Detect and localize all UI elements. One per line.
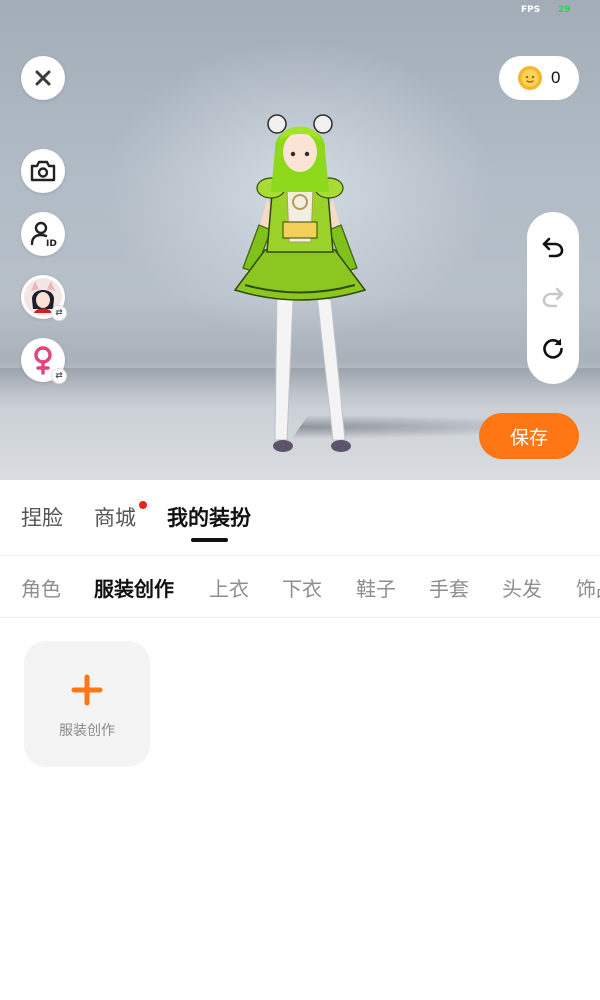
camera-button[interactable] [21, 149, 65, 193]
coin-balance[interactable]: 0 [499, 56, 579, 100]
save-button[interactable]: 保存 [479, 413, 579, 459]
close-icon [35, 70, 51, 86]
tab-my-outfits[interactable]: 我的装扮 [167, 502, 251, 532]
character-swap-button[interactable]: ⇄ [21, 275, 67, 321]
subtab-gloves[interactable]: 手套 [429, 573, 469, 602]
camera-icon [30, 160, 56, 182]
fps-label: FPS [521, 5, 541, 15]
create-outfit-label: 服装创作 [59, 723, 115, 739]
create-outfit-card[interactable]: 服装创作 [24, 641, 150, 767]
avatar-id-button[interactable]: ID [21, 212, 65, 256]
gender-swap-button[interactable]: ⇄ [21, 338, 67, 384]
fps-value: 29 [558, 5, 571, 15]
undo-icon[interactable] [541, 236, 565, 258]
subtab-tops[interactable]: 上衣 [209, 573, 249, 602]
main-tab-bar [0, 480, 600, 556]
active-tab-indicator [191, 538, 228, 542]
user-id-icon: ID [30, 221, 57, 248]
female-icon [34, 346, 52, 375]
svg-text:ID: ID [46, 239, 57, 248]
subtab-outfit-creation[interactable]: 服装创作 [94, 573, 174, 602]
swap-badge: ⇄ [51, 305, 67, 321]
tab-face-edit[interactable]: 捏脸 [21, 502, 63, 532]
subtab-shoes[interactable]: 鞋子 [356, 573, 396, 602]
tab-shop[interactable]: 商城 [94, 502, 136, 532]
reset-icon[interactable] [541, 336, 565, 360]
character-model[interactable] [225, 110, 375, 460]
redo-icon[interactable] [541, 286, 565, 308]
notification-dot [139, 501, 147, 509]
swap-badge: ⇄ [51, 368, 67, 384]
coin-count: 0 [551, 68, 561, 87]
subtab-hair[interactable]: 头发 [502, 573, 542, 602]
subtab-bottoms[interactable]: 下衣 [282, 573, 322, 602]
subtab-accessories[interactable]: 饰品 [576, 573, 600, 602]
coin-icon [518, 66, 542, 90]
category-tab-bar: 角色 服装创作 上衣 下衣 鞋子 手套 头发 饰品 [0, 556, 600, 618]
plus-icon [71, 674, 103, 706]
history-toolbar [527, 212, 579, 384]
close-button[interactable] [21, 56, 65, 100]
subtab-character[interactable]: 角色 [21, 573, 61, 602]
character-viewport[interactable]: FPS 29 ID ⇄ ⇄ 0 保存 [0, 0, 600, 480]
